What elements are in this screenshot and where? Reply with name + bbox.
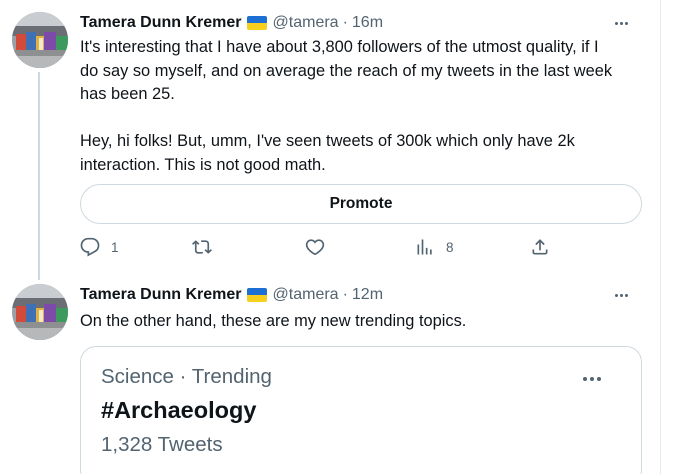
- more-options-icon[interactable]: [583, 377, 601, 381]
- heart-icon: [305, 239, 325, 256]
- tweet[interactable]: Tamera Dunn Kremer @tamera · 12m On the …: [0, 272, 661, 474]
- share-icon: [532, 239, 548, 255]
- separator-dot: ·: [342, 14, 348, 31]
- avatar[interactable]: [12, 12, 68, 68]
- more-options-icon[interactable]: [609, 14, 633, 32]
- more-options-icon[interactable]: [609, 286, 633, 304]
- tweet-text-line: interaction. This is not good math.: [80, 155, 326, 174]
- avatar-image: [12, 12, 68, 68]
- separator-dot: ·: [342, 286, 348, 303]
- tweet-timestamp[interactable]: 16m: [352, 14, 383, 32]
- tweet-text-line: On the other hand, these are my new tren…: [80, 312, 467, 330]
- tweet-text-line: [80, 107, 646, 131]
- analytics-icon: [417, 239, 432, 255]
- trend-meta: Science · Trending: [101, 365, 272, 389]
- avatar-image: [12, 284, 68, 340]
- like-button[interactable]: [305, 234, 325, 260]
- author-handle[interactable]: @tamera: [273, 14, 339, 32]
- promote-button[interactable]: Promote: [80, 184, 642, 224]
- tweet-text-line: do say so myself, and on average the rea…: [80, 61, 613, 80]
- tweet-header: Tamera Dunn Kremer @tamera · 12m: [80, 284, 383, 306]
- trend-topic[interactable]: #Archaeology: [101, 397, 256, 424]
- tweet-text-line: has been 25.: [80, 85, 175, 103]
- tweet-actions: 1 8: [80, 234, 560, 260]
- trend-status: Trending: [191, 365, 272, 388]
- trend-card[interactable]: Science · Trending #Archaeology 1,328 Tw…: [80, 346, 642, 474]
- retweet-icon: [192, 240, 212, 254]
- retweet-button[interactable]: [192, 234, 212, 260]
- author-handle[interactable]: @tamera: [273, 286, 339, 304]
- views-button[interactable]: 8: [415, 234, 454, 260]
- reply-count: 1: [111, 239, 119, 255]
- ukraine-flag-icon: [246, 16, 267, 30]
- tweet-header: Tamera Dunn Kremer @tamera · 16m: [80, 12, 383, 34]
- tweet[interactable]: Tamera Dunn Kremer @tamera · 16m It's in…: [0, 0, 661, 280]
- tweet-text-line: It's interesting that I have about 3,800…: [80, 38, 599, 56]
- tweet-text: It's interesting that I have about 3,800…: [80, 36, 646, 177]
- avatar[interactable]: [12, 284, 68, 340]
- tweet-timestamp[interactable]: 12m: [352, 286, 383, 304]
- share-button[interactable]: [530, 234, 550, 260]
- tweet-text: On the other hand, these are my new tren…: [80, 310, 646, 334]
- trend-tweet-count: 1,328 Tweets: [101, 433, 223, 456]
- reply-button[interactable]: 1: [80, 234, 119, 260]
- ukraine-flag-icon: [246, 288, 267, 302]
- views-count: 8: [446, 239, 454, 255]
- reply-icon: [80, 237, 100, 257]
- tweet-text-line: Hey, hi folks! But, umm, I've seen tweet…: [80, 132, 575, 150]
- separator-dot: ·: [179, 365, 187, 388]
- thread-connector: [38, 72, 40, 280]
- trend-category: Science: [101, 365, 174, 388]
- author-name[interactable]: Tamera Dunn Kremer: [80, 14, 242, 32]
- author-name[interactable]: Tamera Dunn Kremer: [80, 286, 242, 304]
